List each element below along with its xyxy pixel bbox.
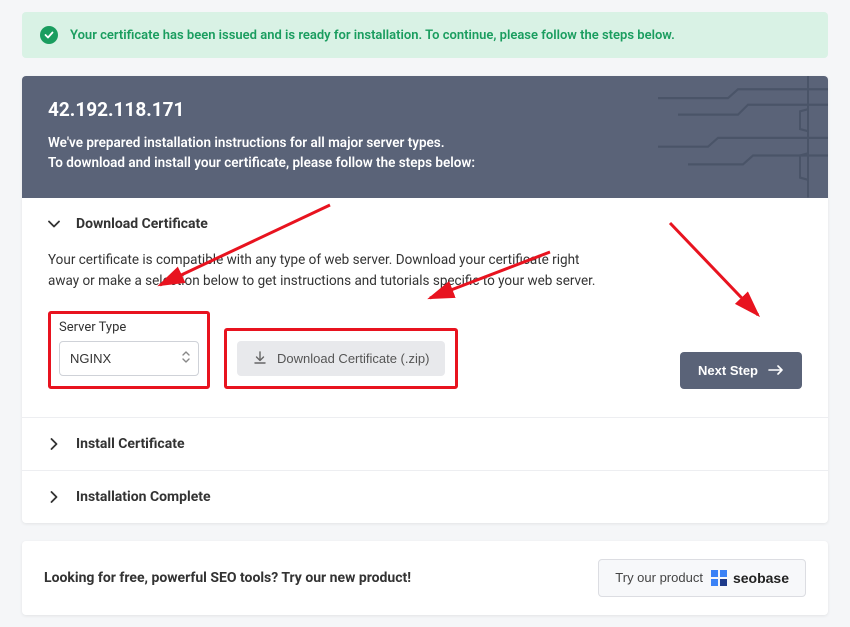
arrow-right-icon	[768, 365, 784, 375]
chevron-down-icon	[48, 218, 60, 230]
chevron-right-icon	[48, 491, 60, 503]
chevron-right-icon	[48, 438, 60, 450]
next-step-label: Next Step	[698, 363, 758, 378]
server-type-select[interactable]: NGINX	[59, 341, 199, 376]
accordion-download: Download Certificate Your certificate is…	[22, 198, 828, 418]
download-box: Download Certificate (.zip)	[224, 328, 458, 389]
seobase-logo: seobase	[711, 570, 789, 586]
server-type-group: Server Type NGINX	[48, 311, 210, 389]
header-decoration	[658, 76, 828, 198]
accordion-header-download[interactable]: Download Certificate	[22, 198, 828, 250]
accordion-body-download: Your certificate is compatible with any …	[22, 250, 828, 417]
success-alert: Your certificate has been issued and is …	[22, 12, 828, 58]
accordion-complete: Installation Complete	[22, 471, 828, 523]
download-button-label: Download Certificate (.zip)	[277, 351, 429, 366]
accordion-header-complete[interactable]: Installation Complete	[22, 471, 828, 523]
check-circle-icon	[40, 26, 58, 44]
accordion-title-install: Install Certificate	[76, 436, 185, 452]
download-certificate-button[interactable]: Download Certificate (.zip)	[237, 341, 445, 376]
controls-row: Server Type NGINX	[48, 311, 802, 389]
alert-message: Your certificate has been issued and is …	[70, 28, 675, 43]
promo-panel: Looking for free, powerful SEO tools? Tr…	[22, 541, 828, 615]
main-panel: 42.192.118.171 We've prepared installati…	[22, 76, 828, 523]
accordion-header-install[interactable]: Install Certificate	[22, 418, 828, 470]
accordion-install: Install Certificate	[22, 418, 828, 471]
promo-text: Looking for free, powerful SEO tools? Tr…	[44, 570, 411, 586]
download-description: Your certificate is compatible with any …	[48, 250, 608, 293]
header-line-1: We've prepared installation instructions…	[48, 135, 445, 151]
promo-button-prefix: Try our product	[615, 570, 703, 585]
accordion-title-complete: Installation Complete	[76, 489, 211, 505]
header-line-2: To download and install your certificate…	[48, 155, 475, 171]
download-icon	[253, 351, 267, 365]
seobase-brand-name: seobase	[733, 570, 789, 586]
accordion-title-download: Download Certificate	[76, 216, 208, 232]
server-type-label: Server Type	[59, 320, 199, 335]
promo-button[interactable]: Try our product seobase	[598, 559, 806, 597]
panel-header: 42.192.118.171 We've prepared installati…	[22, 76, 828, 198]
next-step-button[interactable]: Next Step	[680, 352, 802, 389]
seobase-logo-icon	[711, 570, 727, 586]
